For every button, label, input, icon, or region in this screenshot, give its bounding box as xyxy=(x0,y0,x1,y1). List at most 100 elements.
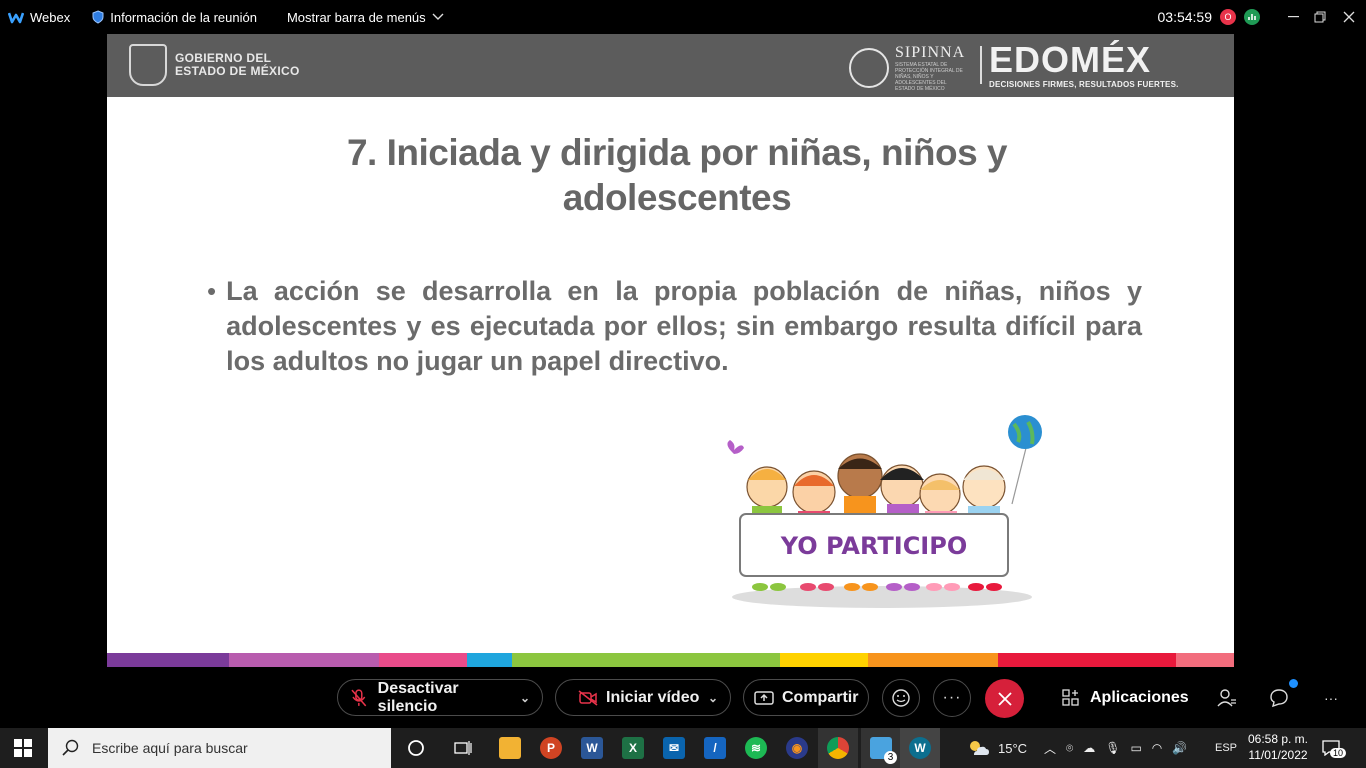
cortana-icon xyxy=(408,740,424,756)
title-line-1: 7. Iniciada y dirigida por niñas, niños … xyxy=(346,132,1008,173)
close-window-button[interactable] xyxy=(1332,0,1366,34)
network-stats-icon[interactable] xyxy=(1244,9,1260,25)
taskbar-powerpoint[interactable]: P xyxy=(531,728,571,768)
stripe-segment xyxy=(379,653,467,667)
apps-label: Aplicaciones xyxy=(1090,689,1189,706)
close-icon xyxy=(997,691,1012,706)
weather-widget[interactable]: 15°C xyxy=(966,728,1027,768)
ellipsis-icon: ··· xyxy=(1324,690,1338,706)
powerpoint-icon: P xyxy=(540,737,562,759)
system-tray: ︿ ⌾ ☁ 🎙 ▭ ◠ 🔊 xyxy=(1044,728,1187,768)
taskbar-clock[interactable]: 06:58 p. m. 11/01/2022 xyxy=(1238,731,1318,763)
chrome-icon xyxy=(827,737,849,759)
wifi-icon[interactable]: ◠ xyxy=(1152,741,1162,755)
unmute-label: Desactivar silencio xyxy=(377,679,459,715)
unmute-button[interactable]: Desactivar silencio ⌄ xyxy=(337,679,543,716)
taskbar-app-orange[interactable]: ◉ xyxy=(777,728,817,768)
minimize-icon xyxy=(1287,16,1299,18)
excel-icon: X xyxy=(622,737,644,759)
gov-line-2: ESTADO DE MÉXICO xyxy=(175,64,300,78)
bullet-text: La acción se desarrolla en la propia pob… xyxy=(226,276,1142,376)
onedrive-icon[interactable]: ☁ xyxy=(1083,741,1095,755)
start-video-button[interactable]: Iniciar vídeo ⌄ xyxy=(555,679,731,716)
clock-date: 11/01/2022 xyxy=(1248,748,1308,762)
start-button[interactable] xyxy=(0,728,46,768)
taskbar-chrome[interactable] xyxy=(818,728,858,768)
taskbar-search-box[interactable]: Escribe aquí para buscar xyxy=(48,728,391,768)
taskbar-word[interactable]: W xyxy=(572,728,612,768)
taskbar-app-blue[interactable]: / xyxy=(695,728,735,768)
sipinna-emblem-icon xyxy=(849,48,889,88)
chevron-up-icon[interactable]: ︿ xyxy=(1044,740,1056,757)
taskbar-file-explorer[interactable] xyxy=(490,728,530,768)
sipinna-name: SIPINNA xyxy=(895,44,966,61)
word-icon: W xyxy=(581,737,603,759)
volume-icon[interactable]: 🔊 xyxy=(1172,741,1187,755)
edomex-tagline: DECISIONES FIRMES, RESULTADOS FUERTES. xyxy=(989,80,1179,89)
chat-unread-dot xyxy=(1289,679,1298,688)
header-divider xyxy=(980,46,982,84)
taskbar-file-manager[interactable]: 3 xyxy=(861,728,901,768)
webex-logo-icon xyxy=(8,12,24,24)
windows-logo-icon xyxy=(14,739,32,757)
start-video-label: Iniciar vídeo xyxy=(606,688,700,706)
edomex-logo: EDOMÉX DECISIONES FIRMES, RESULTADOS FUE… xyxy=(989,39,1179,90)
app-icon: / xyxy=(704,737,726,759)
stripe-segment xyxy=(780,653,868,667)
share-screen-icon xyxy=(754,690,774,705)
webex-top-bar: Webex Información de la reunión Mostrar … xyxy=(0,0,1366,34)
chevron-down-icon[interactable]: ⌄ xyxy=(708,691,718,705)
leave-meeting-button[interactable] xyxy=(985,679,1024,718)
overflow-menu-button[interactable]: ··· xyxy=(1320,687,1342,709)
temperature: 15°C xyxy=(998,740,1028,756)
cortana-button[interactable] xyxy=(396,728,436,768)
share-button[interactable]: Compartir xyxy=(743,679,869,716)
coat-of-arms-icon xyxy=(129,44,167,86)
battery-icon[interactable]: ▭ xyxy=(1130,741,1141,755)
apps-grid-icon xyxy=(1062,689,1079,706)
more-options-button[interactable]: ··· xyxy=(933,679,971,717)
meeting-controls-bar: Desactivar silencio ⌄ Iniciar vídeo ⌄ Co… xyxy=(0,667,1366,728)
notifications-button[interactable]: 10 xyxy=(1322,728,1347,768)
reactions-button[interactable] xyxy=(882,679,920,717)
language-label: ESP xyxy=(1215,742,1238,754)
show-menu-bar-button[interactable]: Mostrar barra de menús xyxy=(287,10,444,25)
spotify-icon: ≋ xyxy=(745,737,767,759)
stripe-segment xyxy=(868,653,998,667)
stripe-segment xyxy=(1176,653,1234,667)
app-name: Webex xyxy=(30,9,71,25)
restore-icon xyxy=(1314,11,1326,23)
taskbar-excel[interactable]: X xyxy=(613,728,653,768)
banner-text: YO PARTICIPO xyxy=(780,532,967,560)
edomex-wordmark: EDOMÉX xyxy=(989,39,1152,80)
taskbar-webex[interactable]: W xyxy=(900,728,940,768)
taskbar-mail[interactable]: ✉ xyxy=(654,728,694,768)
gobierno-logo: GOBIERNO DEL ESTADO DE MÉXICO xyxy=(129,44,300,86)
language-indicator[interactable]: ESP xyxy=(1215,728,1237,768)
kids-participation-illustration: YO PARTICIPO xyxy=(727,415,1042,608)
apps-button[interactable]: Aplicaciones xyxy=(1062,679,1189,717)
window-count-badge: 3 xyxy=(884,751,897,764)
meeting-info-label: Información de la reunión xyxy=(110,9,257,25)
webex-app-title: Webex xyxy=(8,10,70,25)
meet-now-icon[interactable]: ⌾ xyxy=(1066,741,1073,756)
microphone-icon[interactable]: 🎙 xyxy=(1105,741,1120,755)
notification-count: 10 xyxy=(1330,748,1347,758)
slide-header: GOBIERNO DEL ESTADO DE MÉXICO SIPINNA SI… xyxy=(107,34,1234,97)
stripe-segment xyxy=(467,653,512,667)
chevron-down-icon[interactable]: ⌄ xyxy=(520,691,530,705)
task-view-icon xyxy=(454,741,472,755)
taskbar-spotify[interactable]: ≋ xyxy=(736,728,776,768)
title-line-2: adolescentes xyxy=(562,177,792,218)
microphone-muted-icon xyxy=(351,688,367,706)
emoji-icon xyxy=(892,689,910,707)
recording-icon[interactable]: O xyxy=(1220,9,1236,25)
task-view-button[interactable] xyxy=(443,728,483,768)
meeting-info-button[interactable]: Información de la reunión xyxy=(92,10,257,25)
participants-button[interactable] xyxy=(1216,687,1238,709)
stripe-segment xyxy=(229,653,379,667)
folder-icon xyxy=(499,737,521,759)
app-icon: ◉ xyxy=(786,737,808,759)
slide-bullet: • La acción se desarrolla en la propia p… xyxy=(207,274,1142,379)
chat-button[interactable] xyxy=(1268,679,1298,709)
